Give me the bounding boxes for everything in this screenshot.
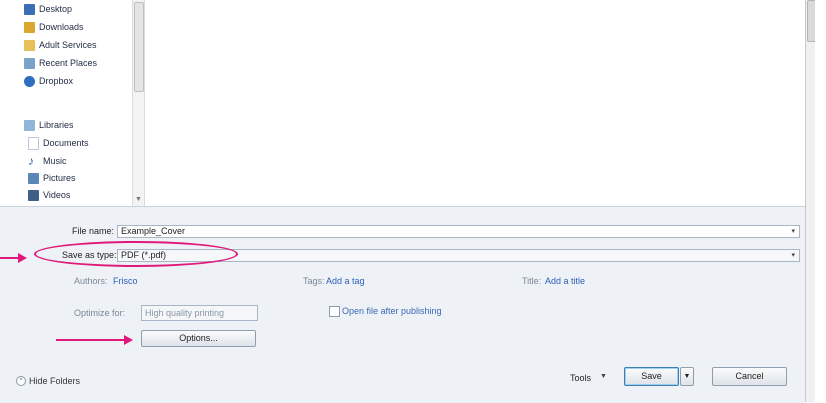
nav-item-label: Recent Places xyxy=(39,58,98,68)
optimize-label: Optimize for: xyxy=(74,308,126,318)
desktop-icon xyxy=(24,3,35,15)
documents-icon xyxy=(28,136,39,150)
annotation-arrow-icon xyxy=(18,253,27,263)
options-button-label: Options... xyxy=(179,333,218,343)
nav-item-label: Adult Services xyxy=(39,40,97,50)
optimize-value: High quality printing xyxy=(145,308,225,318)
nav-item-documents[interactable]: Documents xyxy=(28,136,89,150)
dropbox-icon xyxy=(24,75,35,87)
file-name-value: Example_Cover xyxy=(121,226,186,236)
authors-value[interactable]: Frisco xyxy=(113,276,138,286)
recent-places-icon xyxy=(24,57,35,69)
nav-item-label: Libraries xyxy=(39,120,74,130)
cancel-button-label: Cancel xyxy=(735,371,764,381)
navigation-pane: Desktop Downloads Adult Services Recent … xyxy=(0,0,150,206)
nav-item-label: Pictures xyxy=(43,173,76,183)
nav-item-music[interactable]: ♪ Music xyxy=(28,154,67,168)
nav-item-dropbox[interactable]: Dropbox xyxy=(24,74,73,88)
scroll-down-arrow-icon[interactable]: ▼ xyxy=(134,196,143,204)
annotation-arrow-line xyxy=(0,257,18,259)
nav-item-label: Videos xyxy=(43,190,71,200)
authors-label: Authors: xyxy=(74,276,108,286)
chevron-down-icon: ▼ xyxy=(683,373,691,380)
nav-item-label: Documents xyxy=(43,138,89,148)
window-edge xyxy=(815,0,826,402)
open-after-label[interactable]: Open file after publishing xyxy=(342,306,442,316)
open-after-checkbox[interactable] xyxy=(329,306,340,317)
nav-item-libraries[interactable]: Libraries xyxy=(24,118,74,132)
hide-folders-arrow-icon[interactable]: ^ xyxy=(16,376,26,386)
nav-item-videos[interactable]: Videos xyxy=(28,188,70,202)
chevron-down-icon[interactable]: ▾ xyxy=(791,250,795,261)
nav-item-label: Music xyxy=(43,156,67,166)
tools-menu[interactable]: Tools xyxy=(570,373,591,383)
cancel-button[interactable]: Cancel xyxy=(712,367,787,386)
music-icon: ♪ xyxy=(28,153,34,168)
annotation-arrow-icon xyxy=(124,335,133,345)
nav-item-label: Downloads xyxy=(39,22,84,32)
file-name-input[interactable]: Example_Cover ▾ xyxy=(117,225,800,238)
navigation-scrollbar[interactable]: ▼ xyxy=(132,0,145,206)
folder-icon xyxy=(24,39,35,51)
title-label: Title: xyxy=(522,276,542,286)
pictures-icon xyxy=(28,172,39,184)
annotation-arrow-line xyxy=(56,339,124,341)
optimize-select[interactable]: High quality printing xyxy=(141,305,258,321)
chevron-down-icon[interactable]: ▾ xyxy=(791,226,795,237)
save-button[interactable]: Save xyxy=(624,367,679,386)
nav-item-recent-places[interactable]: Recent Places xyxy=(24,56,97,70)
nav-item-pictures[interactable]: Pictures xyxy=(28,171,76,185)
libraries-icon xyxy=(24,119,35,131)
downloads-icon xyxy=(24,21,35,33)
scrollbar-thumb[interactable] xyxy=(134,2,144,92)
title-value[interactable]: Add a title xyxy=(545,276,585,286)
save-dropdown-button[interactable]: ▼ xyxy=(680,367,694,386)
file-list-area[interactable] xyxy=(145,0,805,206)
tags-label: Tags: xyxy=(303,276,325,286)
file-name-label: File name: xyxy=(72,226,115,236)
hide-folders-button[interactable]: Hide Folders xyxy=(29,376,80,386)
nav-item-desktop[interactable]: Desktop xyxy=(24,2,72,16)
nav-item-label: Dropbox xyxy=(39,76,74,86)
nav-item-label: Desktop xyxy=(39,4,73,14)
tags-value[interactable]: Add a tag xyxy=(326,276,365,286)
nav-item-adult-services[interactable]: Adult Services xyxy=(24,38,97,52)
nav-item-downloads[interactable]: Downloads xyxy=(24,20,84,34)
tools-dropdown-icon[interactable]: ▼ xyxy=(600,373,607,380)
videos-icon xyxy=(28,189,39,201)
highlight-ellipse xyxy=(34,241,238,267)
options-button[interactable]: Options... xyxy=(141,330,256,347)
save-button-label: Save xyxy=(641,371,662,381)
